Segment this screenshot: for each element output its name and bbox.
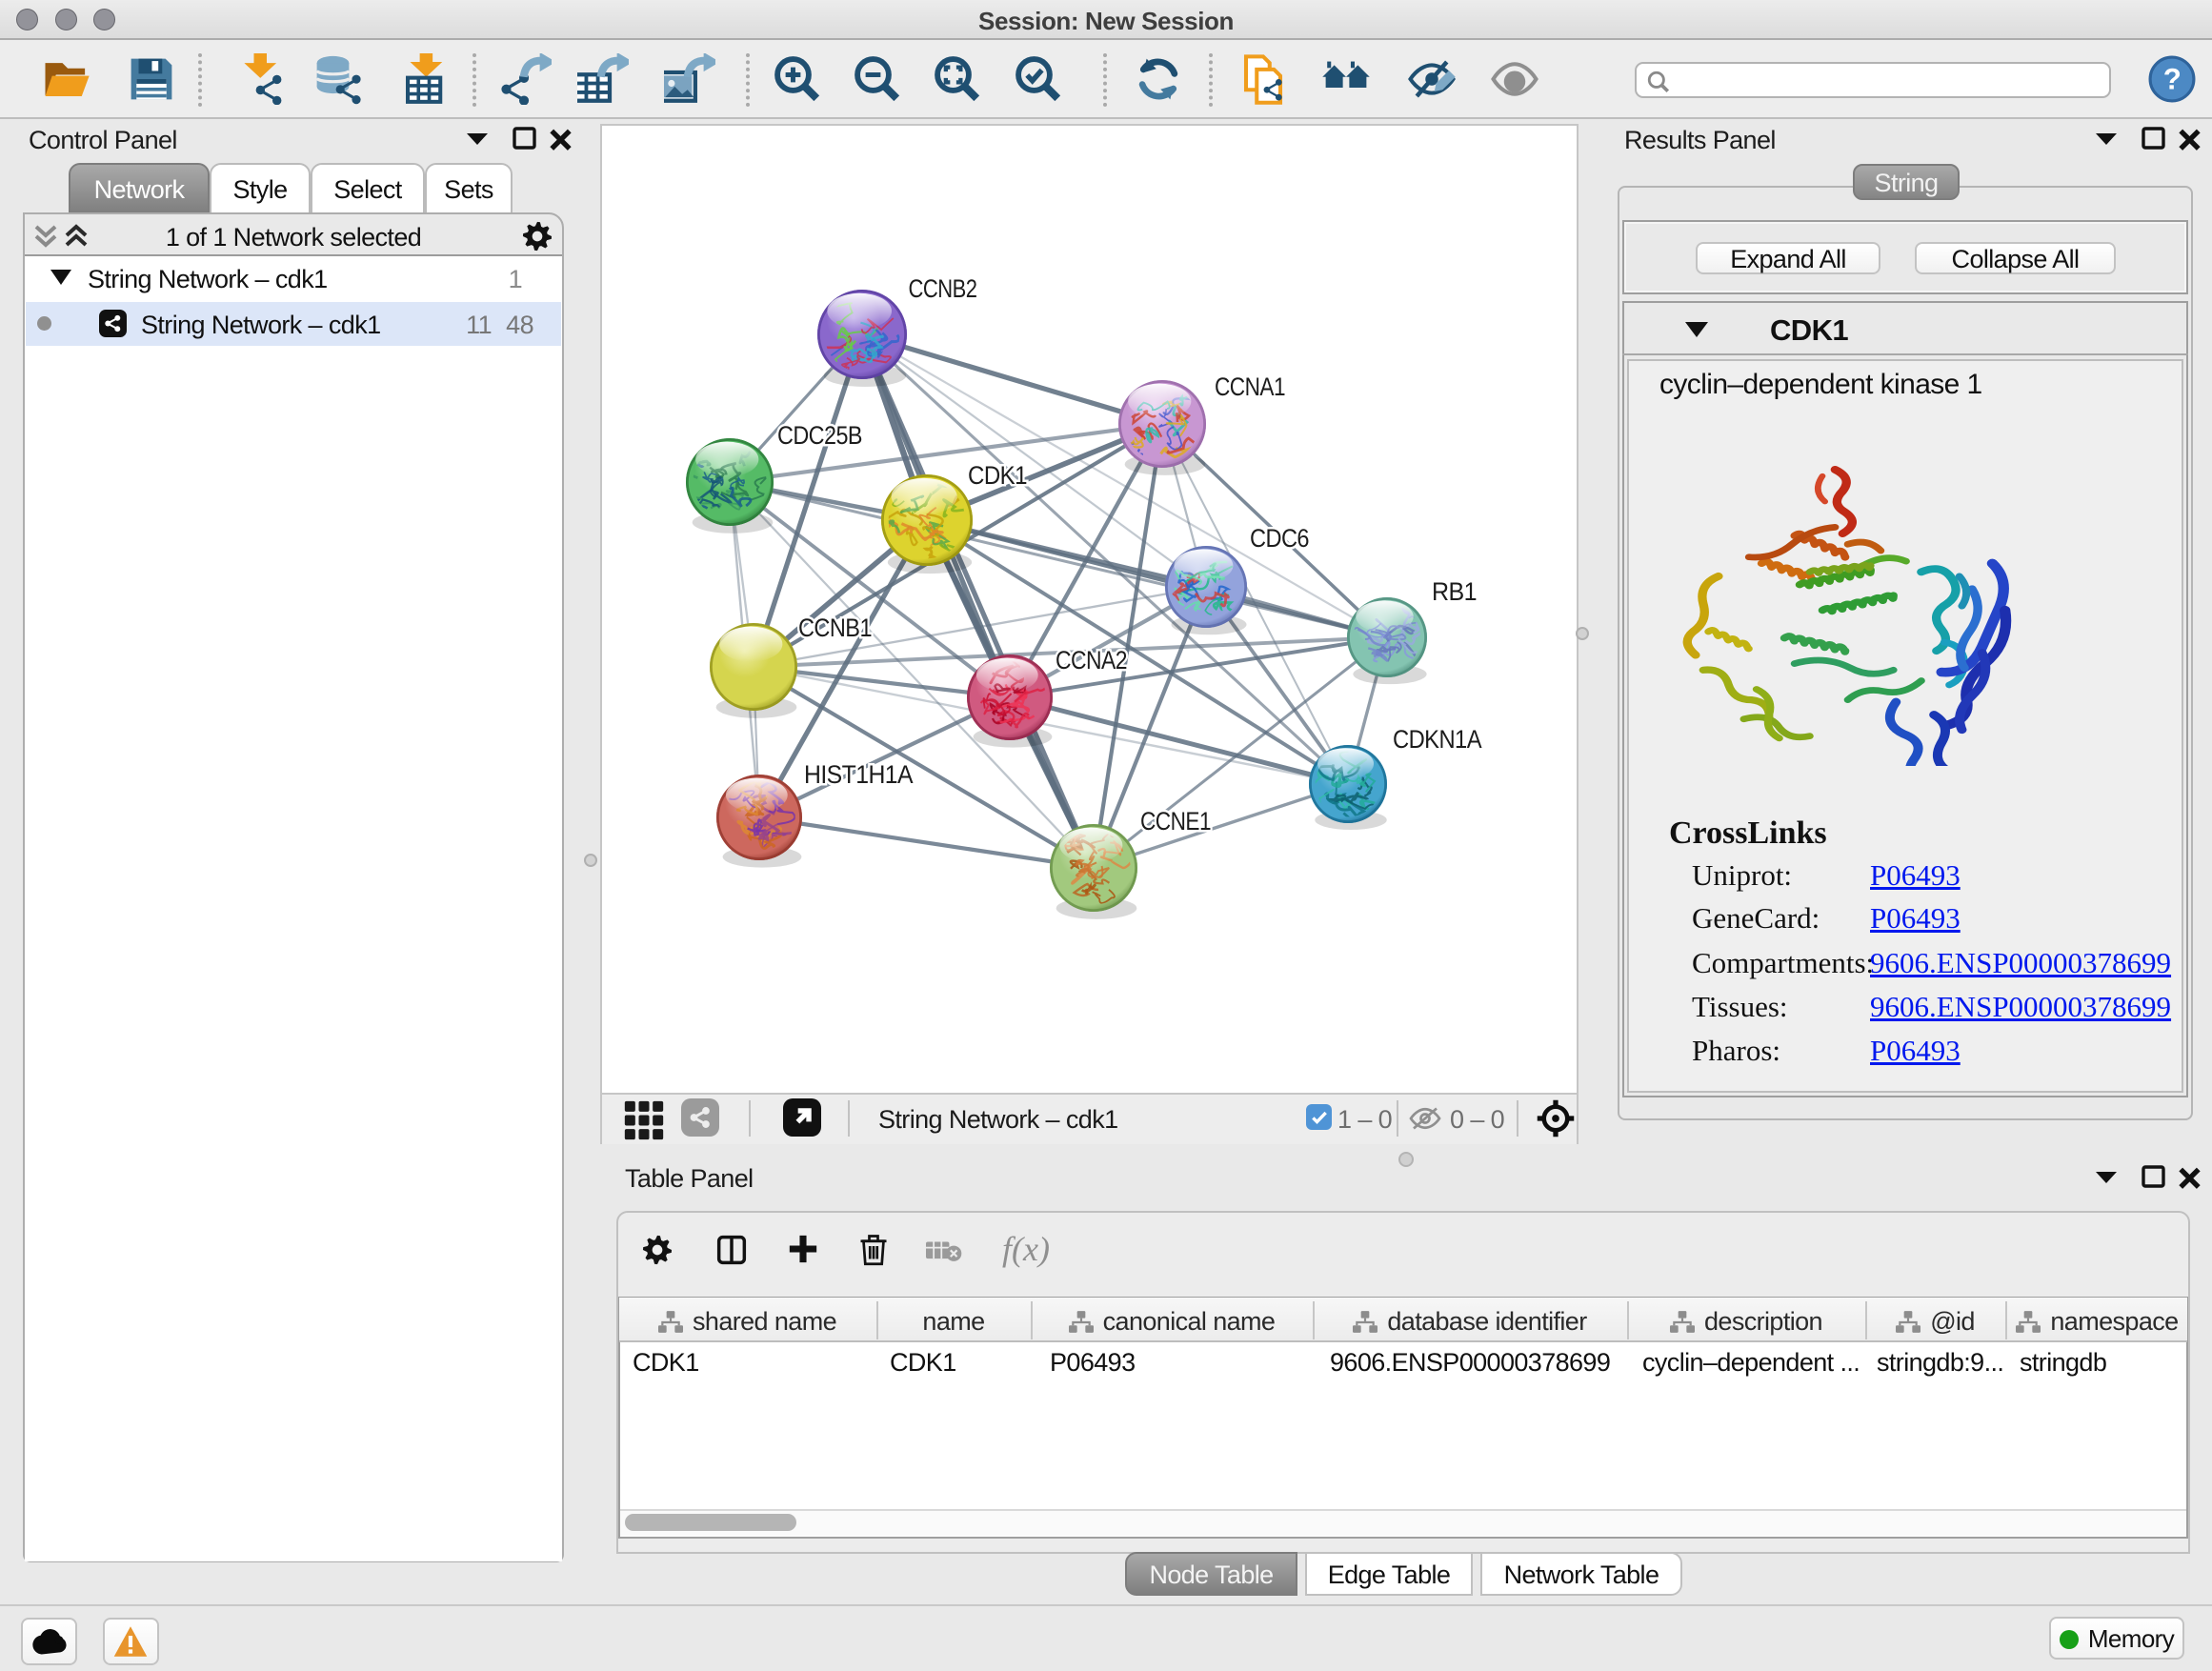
svg-text:CDC6: CDC6 xyxy=(1250,524,1309,553)
svg-text:CCNE1: CCNE1 xyxy=(1140,807,1211,836)
svg-text:HIST1H1A: HIST1H1A xyxy=(804,760,914,789)
svg-text:CDKN1A: CDKN1A xyxy=(1393,725,1482,754)
svg-text:CDK1: CDK1 xyxy=(968,461,1027,490)
svg-text:?: ? xyxy=(2163,62,2181,95)
svg-text:CCNB1: CCNB1 xyxy=(798,614,872,642)
svg-text:CDC25B: CDC25B xyxy=(777,421,862,450)
svg-text:CCNA2: CCNA2 xyxy=(1056,646,1127,674)
svg-text:RB1: RB1 xyxy=(1432,577,1477,606)
svg-text:CCNB2: CCNB2 xyxy=(909,274,977,303)
svg-text:CCNA1: CCNA1 xyxy=(1215,372,1285,401)
